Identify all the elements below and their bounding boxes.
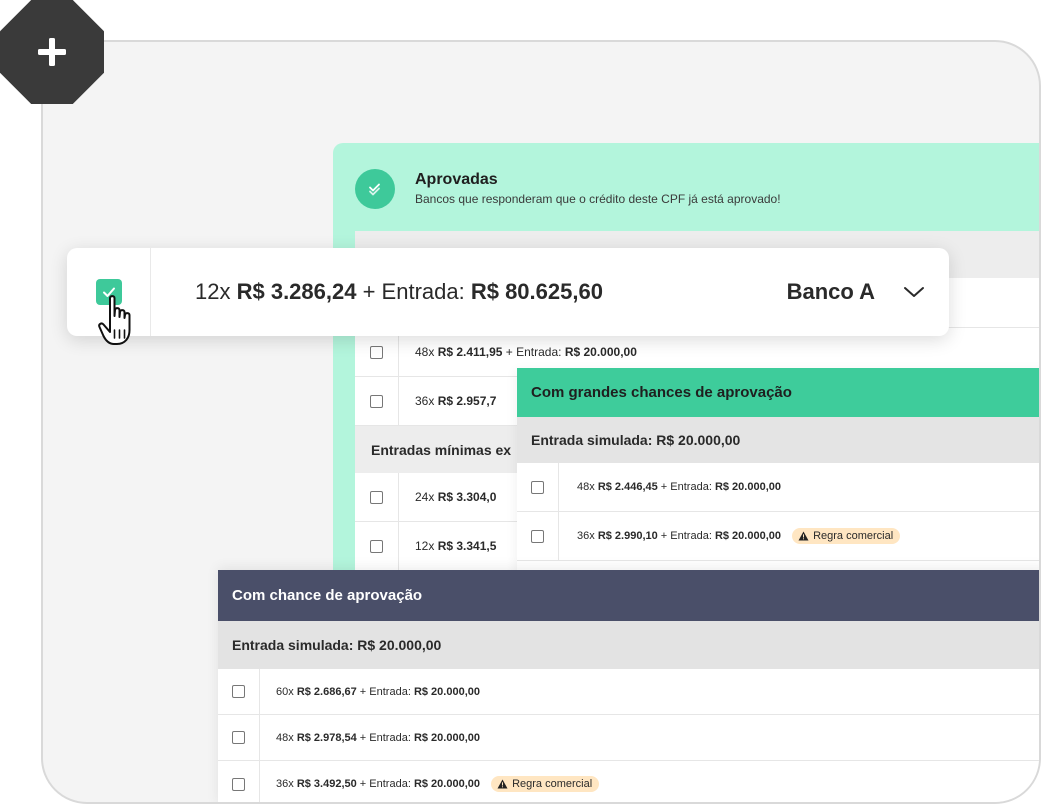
aprovadas-header: Aprovadas Bancos que responderam que o c… [355,167,781,209]
selected-offer-bar[interactable]: 12x R$ 3.286,24 + Entrada: R$ 80.625,60 … [67,248,949,336]
plus-icon [38,38,66,66]
warning-triangle-icon [497,779,508,789]
regra-comercial-badge: Regra comercial [792,528,901,544]
row-checkbox[interactable] [370,394,383,408]
aprovadas-title: Aprovadas [415,171,498,188]
table-row[interactable]: 48x R$ 2.978,54 + Entrada: R$ 20.000,00 [218,715,1039,761]
row-checkbox[interactable] [370,345,383,359]
row-checkbox[interactable] [232,731,245,744]
aprovadas-subtitle: Bancos que responderam que o crédito des… [415,192,781,206]
table-row[interactable]: 36x R$ 3.492,50 + Entrada: R$ 20.000,00 … [218,761,1039,802]
selected-offer-text: 12x R$ 3.286,24 + Entrada: R$ 80.625,60 [195,279,603,304]
row-text: 36x R$ 3.492,50 + Entrada: R$ 20.000,00 … [260,776,600,792]
add-badge[interactable] [0,0,104,104]
row-text: 12x R$ 3.341,5 [415,539,497,553]
check-circle-icon [355,169,395,209]
main-frame: Aprovadas Bancos que responderam que o c… [41,40,1041,804]
row-text: 36x R$ 2.957,7 [415,394,497,408]
row-checkbox[interactable] [232,685,245,698]
table-row[interactable]: 36x R$ 2.990,10 + Entrada: R$ 20.000,00 … [517,512,1039,561]
row-text: 24x R$ 3.304,0 [415,490,497,504]
row-checkbox[interactable] [370,490,383,504]
com-chance-panel: Com chance de aprovação Entrada simulada… [218,570,1039,802]
row-text: 48x R$ 2.411,95 + Entrada: R$ 20.000,00 [415,345,637,359]
entrada-simulada-label: Entrada simulada: R$ 20.000,00 [517,417,1039,463]
warning-triangle-icon [798,531,809,541]
row-text: 60x R$ 2.686,67 + Entrada: R$ 20.000,00 [276,685,480,698]
row-checkbox[interactable] [370,539,383,553]
table-row[interactable]: 60x R$ 2.686,67 + Entrada: R$ 20.000,00 [218,669,1039,715]
table-row[interactable]: 48x R$ 2.446,45 + Entrada: R$ 20.000,00 [517,463,1039,512]
grandes-chances-title: Com grandes chances de aprovação [517,368,1039,417]
entrada-simulada-label: Entrada simulada: R$ 20.000,00 [218,621,1039,669]
row-checkbox[interactable] [232,777,245,791]
hand-pointer-icon [97,294,149,355]
row-checkbox[interactable] [531,529,544,543]
com-chance-title: Com chance de aprovação [218,570,1039,621]
regra-comercial-badge: Regra comercial [491,776,600,792]
chevron-down-icon[interactable] [903,286,925,298]
row-text: 48x R$ 2.446,45 + Entrada: R$ 20.000,00 [577,481,781,493]
row-checkbox[interactable] [531,480,544,494]
bank-name: Banco A [786,279,875,304]
row-text: 36x R$ 2.990,10 + Entrada: R$ 20.000,00 … [559,528,901,544]
row-text: 48x R$ 2.978,54 + Entrada: R$ 20.000,00 [276,731,480,744]
